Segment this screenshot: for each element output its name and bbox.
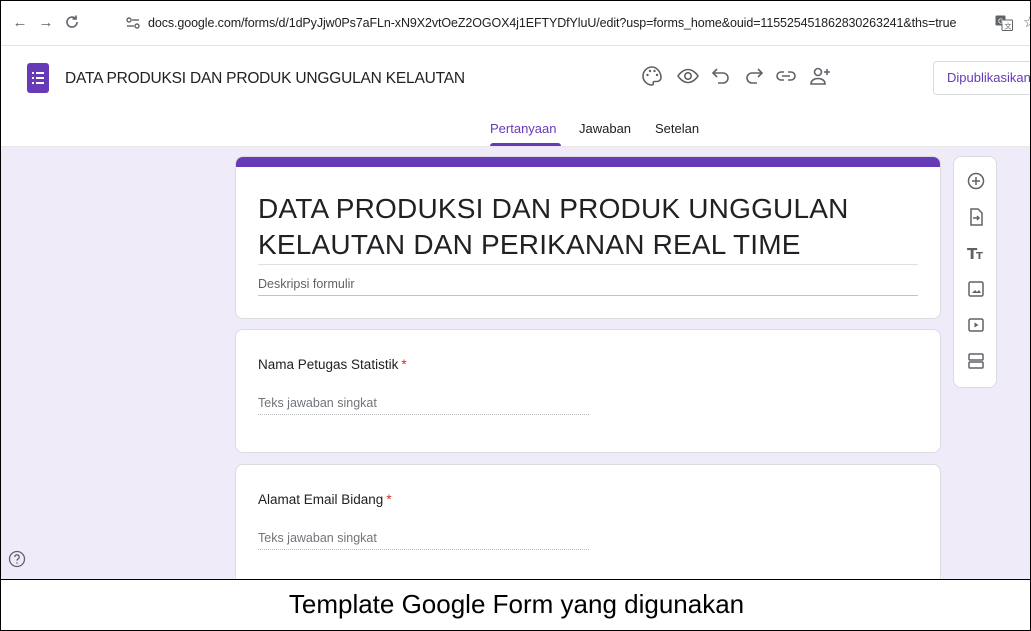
form-editor-canvas: DATA PRODUKSI DAN PRODUK UNGGULAN KELAUT… (1, 147, 1030, 579)
form-tabs: Pertanyaan Jawaban Setelan (1, 117, 1030, 147)
add-title-icon[interactable]: TT (966, 243, 986, 263)
forward-icon[interactable]: → (37, 14, 55, 32)
form-title[interactable]: DATA PRODUKSI DAN PRODUK UNGGULAN KELAUT… (258, 191, 918, 263)
figure-caption-area: Template Google Form yang digunakan (1, 579, 1030, 630)
add-image-icon[interactable] (966, 279, 986, 299)
title-card-accent-bar (236, 157, 940, 167)
question-card[interactable]: Alamat Email Bidang * Teks jawaban singka… (235, 464, 941, 579)
screenshot-frame: ← → docs.google.com/forms/d/1dPyJjw0Ps7a… (0, 0, 1031, 631)
description-underline (258, 295, 918, 296)
active-tab-indicator (490, 143, 561, 146)
add-section-icon[interactable] (966, 351, 986, 371)
svg-text:T: T (976, 251, 983, 262)
back-icon[interactable]: ← (11, 14, 29, 32)
svg-text:G: G (998, 18, 1003, 26)
google-forms-logo-icon[interactable] (27, 63, 49, 93)
tab-pertanyaan[interactable]: Pertanyaan (490, 121, 557, 136)
form-description-field[interactable]: Deskripsi formulir (258, 277, 355, 291)
reload-icon[interactable] (63, 14, 81, 32)
answer-underline (258, 414, 589, 415)
address-bar-url[interactable]: docs.google.com/forms/d/1dPyJjw0Ps7aFLn-… (148, 16, 956, 30)
svg-text:文: 文 (1005, 22, 1012, 31)
tab-setelan[interactable]: Setelan (655, 121, 699, 136)
form-title-card[interactable]: DATA PRODUKSI DAN PRODUK UNGGULAN KELAUT… (235, 156, 941, 319)
browser-toolbar: ← → docs.google.com/forms/d/1dPyJjw0Ps7a… (1, 1, 1030, 46)
forms-app-header: DATA PRODUKSI DAN PRODUK UNGGULAN KELAUT… (1, 47, 1030, 117)
required-asterisk: * (401, 357, 407, 372)
tab-jawaban[interactable]: Jawaban (579, 121, 631, 136)
add-collaborators-icon[interactable] (808, 64, 832, 88)
published-button[interactable]: Dipublikasikan (933, 61, 1030, 95)
translate-icon[interactable]: G文 (995, 15, 1013, 31)
add-question-icon[interactable] (966, 171, 986, 191)
preview-eye-icon[interactable] (676, 64, 700, 88)
figure-caption: Template Google Form yang digunakan (288, 589, 745, 619)
short-answer-placeholder: Teks jawaban singkat (258, 531, 377, 545)
copy-link-icon[interactable] (774, 64, 798, 88)
document-title[interactable]: DATA PRODUKSI DAN PRODUK UNGGULAN KELAUT… (65, 70, 485, 88)
undo-icon[interactable] (709, 64, 733, 88)
help-icon[interactable] (8, 550, 26, 568)
bookmark-star-icon[interactable]: ☆ (1023, 13, 1030, 31)
question-title[interactable]: Alamat Email Bidang * (258, 492, 392, 507)
question-title[interactable]: Nama Petugas Statistik * (258, 357, 407, 372)
question-toolbar: TT (953, 156, 997, 388)
required-asterisk: * (386, 492, 392, 507)
title-underline (258, 264, 918, 265)
import-questions-icon[interactable] (966, 207, 986, 227)
add-video-icon[interactable] (966, 315, 986, 335)
question-card[interactable]: Nama Petugas Statistik * Teks jawaban sin… (235, 329, 941, 453)
redo-icon[interactable] (742, 64, 766, 88)
short-answer-placeholder: Teks jawaban singkat (258, 396, 377, 410)
answer-underline (258, 549, 589, 550)
customize-theme-icon[interactable] (640, 64, 664, 88)
site-info-icon[interactable] (125, 15, 141, 31)
